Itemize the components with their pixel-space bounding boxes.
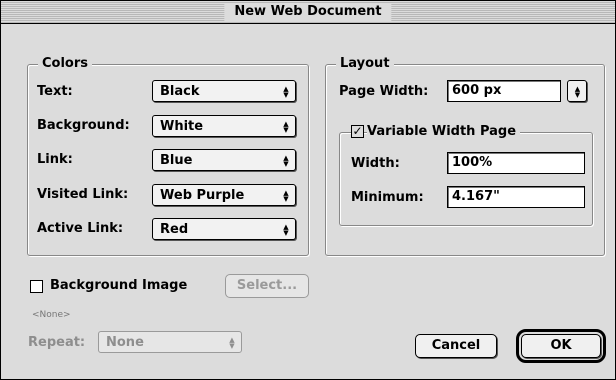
up-down-arrows-icon: ▲▼ bbox=[282, 85, 290, 97]
page-width-field[interactable]: 600 px bbox=[447, 80, 561, 102]
up-down-arrows-icon: ▲▼ bbox=[282, 120, 290, 132]
cancel-button[interactable]: Cancel bbox=[415, 334, 497, 358]
background-color-value: White bbox=[160, 119, 204, 134]
title-bar[interactable]: New Web Document bbox=[1, 1, 615, 24]
image-none-text: <None> bbox=[32, 310, 71, 320]
link-color-label: Link: bbox=[37, 152, 73, 167]
background-color-label: Background: bbox=[37, 118, 130, 133]
minimum-field[interactable]: 4.167" bbox=[447, 186, 585, 208]
visited-link-color-popup[interactable]: Web Purple ▲▼ bbox=[152, 184, 296, 206]
select-image-button[interactable]: Select... bbox=[225, 274, 309, 298]
active-link-color-value: Red bbox=[160, 222, 189, 237]
link-color-popup[interactable]: Blue ▲▼ bbox=[152, 149, 296, 171]
repeat-label: Repeat: bbox=[28, 335, 86, 350]
active-link-color-popup[interactable]: Red ▲▼ bbox=[152, 218, 296, 240]
ok-button[interactable]: OK bbox=[516, 329, 606, 363]
active-link-color-label: Active Link: bbox=[37, 221, 124, 236]
text-color-label: Text: bbox=[37, 84, 73, 99]
up-down-arrows-icon: ▲▼ bbox=[573, 85, 582, 97]
colors-group-title: Colors bbox=[38, 56, 93, 72]
layout-group-title: Layout bbox=[336, 56, 394, 72]
repeat-popup[interactable]: None ▲▼ bbox=[98, 331, 242, 353]
page-width-units-stepper[interactable]: ▲▼ bbox=[567, 80, 587, 102]
visited-link-color-value: Web Purple bbox=[160, 188, 245, 203]
text-color-popup[interactable]: Black ▲▼ bbox=[152, 80, 296, 102]
up-down-arrows-icon: ▲▼ bbox=[282, 154, 290, 166]
dialog-window: New Web Document Colors Text: Black ▲▼ B… bbox=[0, 0, 616, 380]
background-color-popup[interactable]: White ▲▼ bbox=[152, 115, 296, 137]
text-color-value: Black bbox=[160, 84, 200, 99]
variable-width-label[interactable]: Variable Width Page bbox=[367, 124, 521, 140]
visited-link-color-label: Visited Link: bbox=[37, 187, 129, 202]
repeat-value: None bbox=[106, 335, 144, 350]
variable-width-group bbox=[339, 132, 593, 226]
up-down-arrows-icon: ▲▼ bbox=[282, 223, 290, 235]
minimum-label: Minimum: bbox=[351, 190, 424, 205]
page-width-label: Page Width: bbox=[339, 84, 429, 99]
up-down-arrows-icon: ▲▼ bbox=[282, 189, 290, 201]
checkmark-icon: ✓ bbox=[352, 124, 363, 138]
width-label: Width: bbox=[351, 156, 400, 171]
link-color-value: Blue bbox=[160, 153, 193, 168]
width-field[interactable]: 100% bbox=[447, 152, 585, 174]
variable-width-checkbox[interactable]: ✓ bbox=[351, 125, 364, 138]
up-down-arrows-icon: ▲▼ bbox=[228, 336, 236, 348]
background-image-label[interactable]: Background Image bbox=[50, 278, 187, 294]
background-image-checkbox[interactable] bbox=[30, 280, 43, 293]
window-title: New Web Document bbox=[224, 3, 392, 21]
